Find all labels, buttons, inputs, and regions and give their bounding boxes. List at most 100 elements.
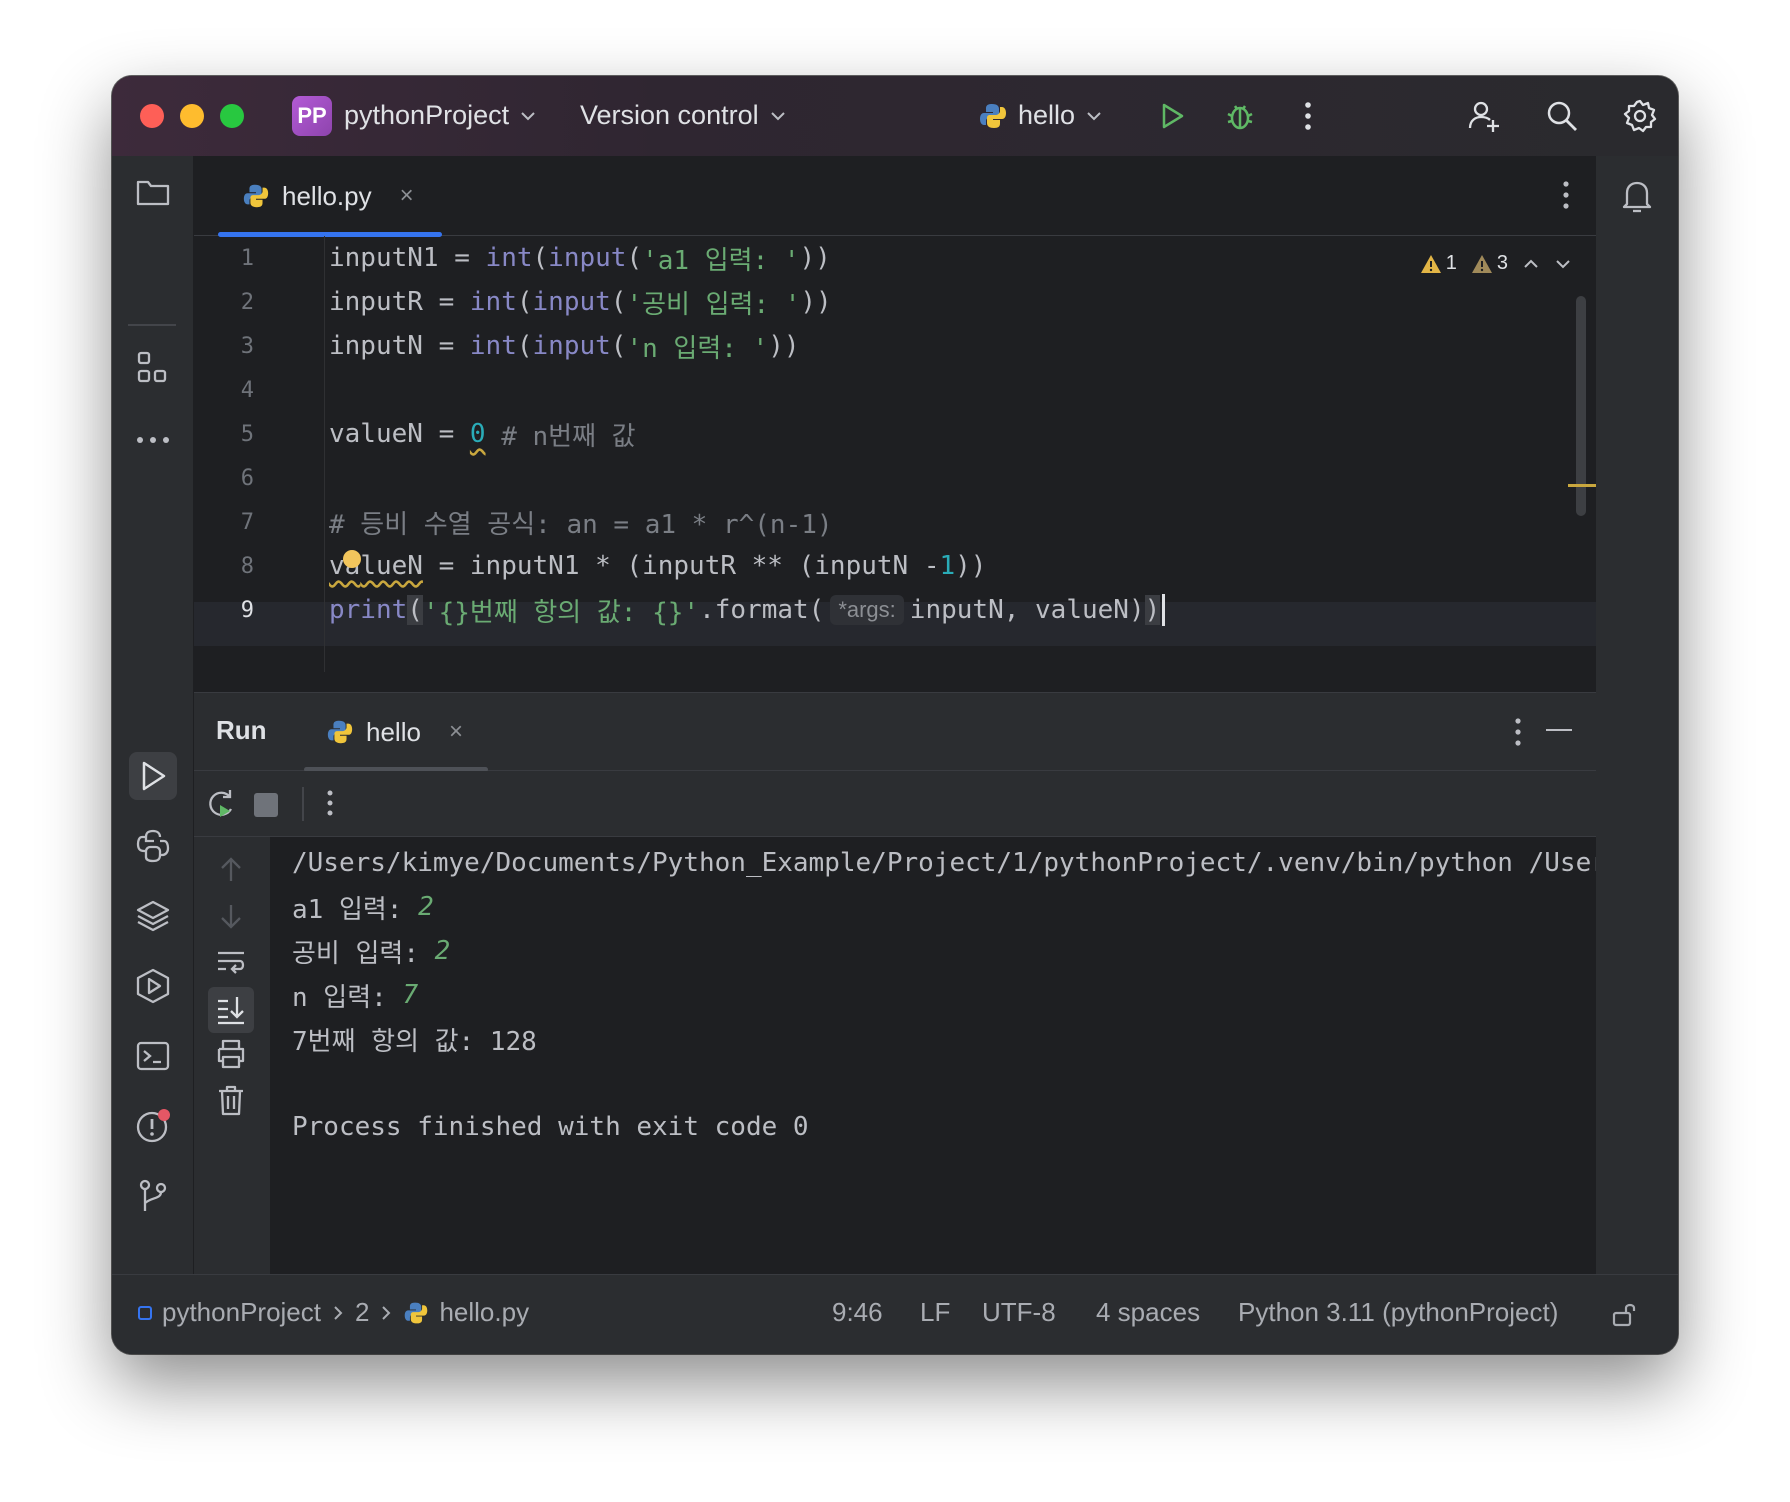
code-token: input (532, 331, 611, 361)
weak-warning-icon (1471, 254, 1492, 273)
minimize-panel-icon[interactable] (1546, 729, 1572, 731)
scroll-down-button[interactable] (214, 899, 248, 938)
run-tool-button[interactable] (129, 752, 177, 800)
close-tab-button[interactable]: × (400, 182, 414, 210)
search-button[interactable] (1542, 96, 1582, 136)
code-token: ( (532, 243, 549, 273)
run-tab-bar: Run hello × (194, 693, 1596, 772)
more-actions-button[interactable] (1288, 96, 1328, 136)
terminal-button[interactable] (129, 1032, 177, 1080)
printer-icon (217, 1039, 245, 1069)
caret-position[interactable]: 9:46 (832, 1297, 883, 1328)
gear-icon (1623, 99, 1657, 133)
code-token: ) (1144, 595, 1161, 625)
project-badge[interactable]: PP (292, 96, 332, 136)
minimize-window-button[interactable] (180, 104, 204, 128)
run-options-button[interactable] (1514, 717, 1522, 752)
code-token: # 등비 수열 공식: an = a1 * r^(n-1) (329, 509, 833, 540)
code-line-1: inputN1 = int(input('a1 입력: ')) (325, 236, 1564, 280)
stop-button[interactable] (254, 793, 278, 817)
git-button[interactable] (129, 1172, 177, 1220)
add-collaborator-button[interactable] (1464, 96, 1504, 136)
line-separator[interactable]: LF (920, 1297, 950, 1328)
console-line: n 입력: 7 (292, 975, 418, 1015)
branch-icon (139, 1179, 167, 1211)
soft-wrap-button[interactable] (214, 945, 248, 984)
read-only-toggle[interactable] (1610, 1299, 1640, 1336)
chevron-down-icon[interactable] (1554, 255, 1572, 273)
settings-button[interactable] (1620, 96, 1660, 136)
close-window-button[interactable] (140, 104, 164, 128)
more-tools-button[interactable] (129, 416, 177, 464)
code-token: ( (610, 331, 627, 361)
python-file-icon (405, 1302, 428, 1323)
run-config-selector[interactable]: hello (978, 100, 1103, 131)
breadcrumb: pythonProject 2 hello.py (138, 1297, 529, 1328)
editor-scrollbar[interactable] (1576, 296, 1586, 516)
close-run-tab-button[interactable]: × (449, 718, 463, 746)
breadcrumb-file[interactable]: hello.py (439, 1297, 529, 1328)
notifications-button[interactable] (1613, 172, 1661, 220)
console-output[interactable]: /Users/kimye/Documents/Python_Example/Pr… (270, 837, 1596, 1275)
trash-icon (219, 1085, 243, 1116)
indent-setting[interactable]: 4 spaces (1096, 1297, 1200, 1328)
error-count-value: 1 (1445, 252, 1457, 274)
breadcrumb-folder[interactable]: 2 (355, 1297, 369, 1328)
code-token: )) (800, 287, 832, 317)
run-tab-hello[interactable]: hello × (304, 693, 488, 772)
ide-window: PP pythonProject Version control hello h… (112, 76, 1678, 1354)
breadcrumb-project[interactable]: pythonProject (162, 1297, 321, 1328)
warning-count[interactable]: 3 (1471, 252, 1508, 275)
run-button[interactable] (1152, 96, 1192, 136)
project-tool-button[interactable] (129, 168, 177, 216)
unlock-icon (1612, 1303, 1636, 1327)
more-vertical-icon (1563, 181, 1569, 209)
python-console-button[interactable] (129, 822, 177, 870)
inspection-widget[interactable]: 1 3 (1420, 252, 1572, 275)
warning-stripe-marker[interactable] (1568, 484, 1596, 487)
python-packages-button[interactable] (129, 892, 177, 940)
rerun-button[interactable] (202, 785, 240, 828)
debug-button[interactable] (1220, 96, 1260, 136)
code-line-2: inputR = int(input('공비 입력: ')) (325, 280, 1564, 324)
run-toolbar-more-button[interactable] (326, 789, 334, 822)
error-count[interactable]: 1 (1420, 252, 1457, 275)
bug-icon (1227, 105, 1253, 130)
line-number: 9 (240, 597, 254, 623)
title-bar: PP pythonProject Version control hello (112, 76, 1678, 156)
chevron-up-icon[interactable] (1522, 255, 1540, 273)
line-number-gutter: 1 2 3 4 5 6 7 8 9 (194, 236, 324, 672)
problems-button[interactable] (129, 1102, 177, 1150)
tab-options-button[interactable] (1562, 180, 1570, 215)
services-button[interactable] (129, 962, 177, 1010)
structure-tool-button[interactable] (129, 344, 177, 392)
python-interpreter[interactable]: Python 3.11 (pythonProject) (1238, 1297, 1558, 1328)
code-token: ( (610, 287, 627, 317)
scroll-to-end-button[interactable] (208, 987, 254, 1033)
file-encoding[interactable]: UTF-8 (982, 1297, 1056, 1328)
editor-tab-hello-py[interactable]: hello.py × (218, 156, 442, 237)
code-token: inputN = (329, 331, 470, 361)
zoom-window-button[interactable] (220, 104, 244, 128)
vcs-label: Version control (580, 100, 759, 130)
chevron-down-icon (1087, 111, 1101, 120)
terminal-icon (136, 1041, 170, 1071)
left-tool-strip (112, 156, 194, 1274)
editor-tab-bar: hello.py × (194, 156, 1596, 237)
project-selector[interactable]: pythonProject (344, 100, 537, 131)
project-name: pythonProject (344, 100, 510, 130)
console-side-toolbar (194, 837, 270, 1275)
python-icon (327, 720, 353, 744)
intention-bulb-icon[interactable] (343, 550, 361, 568)
play-icon (142, 761, 166, 791)
code-area[interactable]: inputN1 = int(input('a1 입력: ')) inputR =… (324, 236, 1564, 672)
line-number: 8 (240, 553, 254, 579)
code-token: '공비 입력: ' (626, 289, 801, 320)
console-user-input: 2 (434, 936, 451, 966)
print-button[interactable] (214, 1037, 248, 1076)
console-line: 공비 입력: 2 (292, 931, 450, 971)
status-bar: pythonProject 2 hello.py 9:46 LF UTF-8 4… (112, 1274, 1678, 1354)
vcs-selector[interactable]: Version control (580, 100, 787, 131)
scroll-up-button[interactable] (214, 853, 248, 892)
clear-console-button[interactable] (214, 1083, 248, 1122)
